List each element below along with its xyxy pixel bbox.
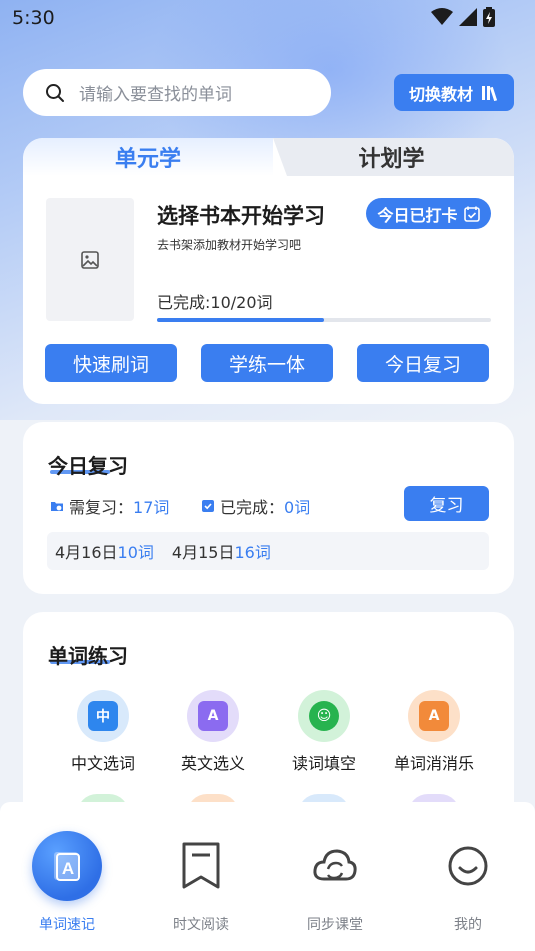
history-item[interactable]: 4月15日16词 [172,539,271,563]
book-cover-placeholder[interactable] [46,198,134,321]
history-date: 4月15日 [171,543,235,562]
need-review-stat: 需复习： 17词 [50,494,169,518]
battery-icon [483,7,495,27]
practice-title: 单词练习 [48,644,128,668]
practice-word-match[interactable]: A 单词消消乐 [379,690,489,774]
nav-item-reading[interactable]: 时文阅读 [134,802,268,951]
nav-item-mine[interactable]: 我的 [401,802,535,951]
checkin-badge: 今日已打卡 [366,198,491,229]
bookshelf-icon [482,85,498,101]
search-input[interactable]: 请输入要查找的单词 [23,69,331,116]
wifi-icon [431,8,453,25]
progress-text: 已完成:10/20词 [157,293,273,312]
nav-item-sync-class[interactable]: 同步课堂 [268,802,402,951]
image-placeholder-icon [81,250,99,269]
practice-label: 中文选词 [70,754,135,773]
need-review-value: 17词 [133,498,170,517]
learn-practice-button[interactable]: 学练一体 [201,344,333,382]
practice-label: 单词消消乐 [393,754,474,773]
tab-plan-study[interactable]: 计划学 [273,138,514,176]
cloud-sync-icon [313,849,357,881]
practice-read-fill[interactable]: ☺ 读词填空 [269,690,379,774]
checkin-label: 今日已打卡 [377,205,458,225]
check-box-icon [202,500,214,512]
history-date: 4月16日 [55,543,118,562]
smiley-icon [448,846,488,886]
read-fill-icon: ☺ [298,690,350,742]
english-meaning-icon: A [187,690,239,742]
nav-label: 时文阅读 [173,917,229,933]
done-review-stat: 已完成： 0词 [201,494,310,518]
book-subtitle: 去书架添加教材开始学习吧 [157,238,302,252]
progress-bar [157,318,491,322]
nav-label: 我的 [454,917,482,933]
status-time: 5:30 [12,7,55,29]
practice-chinese-choice[interactable]: 中 中文选词 [48,690,158,774]
bottom-nav: A 单词速记 时文阅读 同步课堂 我的 [0,802,535,951]
svg-text:A: A [62,859,74,878]
need-review-label: 需复习： [69,498,134,517]
book-title: 选择书本开始学习 [157,204,325,228]
review-title: 今日复习 [48,454,128,478]
review-button[interactable]: 复习 [404,486,489,521]
review-card: 今日复习 需复习： 17词 已完成： 0词 复习 4月16日10词 4月15日1… [23,422,514,594]
search-icon [46,83,64,102]
folder-clock-icon [51,502,63,511]
practice-label: 读词填空 [291,754,356,773]
study-tabs: 计划学 单元学 [23,138,514,176]
history-value: 10词 [117,543,154,562]
chinese-choice-icon: 中 [77,690,129,742]
signal-icon [459,8,477,26]
practice-english-meaning[interactable]: A 英文选义 [158,690,268,774]
status-icons [431,7,495,27]
flashcard-a-icon: A [32,831,102,901]
search-placeholder: 请输入要查找的单词 [79,85,232,105]
study-card: 计划学 单元学 选择书本开始学习 去书架添加教材开始学习吧 今日已打卡 已完成:… [23,138,514,404]
switch-textbook-label: 切换教材 [408,84,473,104]
tab-unit-study[interactable]: 单元学 [23,138,273,176]
practice-label: 英文选义 [180,754,245,773]
nav-label: 同步课堂 [307,917,363,933]
progress-fill [157,318,324,322]
study-actions: 快速刷词 学练一体 今日复习 [45,344,489,382]
history-item[interactable]: 4月16日10词 [55,539,154,563]
bookmark-icon [182,842,220,889]
switch-textbook-button[interactable]: 切换教材 [394,74,514,111]
done-review-value: 0词 [284,498,311,517]
nav-label: 单词速记 [39,917,95,933]
history-value: 16词 [234,543,271,562]
word-match-icon: A [408,690,460,742]
quick-review-button[interactable]: 快速刷词 [45,344,177,382]
nav-item-word-memorize[interactable]: A 单词速记 [0,802,134,951]
today-review-button[interactable]: 今日复习 [357,344,489,382]
status-bar: 5:30 [0,0,535,36]
review-history: 4月16日10词 4月15日16词 [47,532,489,570]
done-review-label: 已完成： [220,498,285,517]
calendar-check-icon [463,206,480,222]
